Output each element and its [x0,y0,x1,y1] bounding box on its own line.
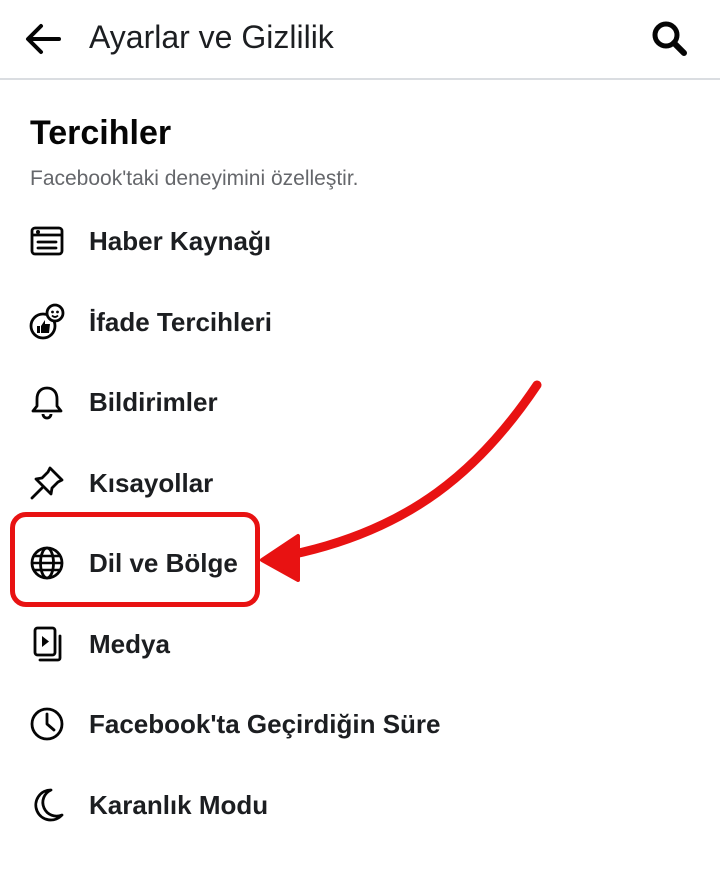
menu-item-notifications[interactable]: Bildirimler [0,361,720,442]
menu-item-media[interactable]: Medya [0,603,720,684]
arrow-left-icon [26,24,61,54]
menu-item-label: Kısayollar [89,467,214,498]
top-app-bar: Ayarlar ve Gizlilik [0,0,720,80]
menu-item-dark-mode[interactable]: Karanlık Modu [0,764,720,845]
pin-icon [27,463,67,503]
menu-item-label: İfade Tercihleri [89,306,273,337]
globe-icon [27,543,67,583]
search-icon [652,21,687,56]
menu-item-shortcuts[interactable]: Kısayollar [0,442,720,523]
menu-item-label: Haber Kaynağı [89,226,272,256]
clock-icon [27,704,67,744]
section-title: Tercihler [30,114,172,152]
moon-icon [27,785,67,825]
menu-item-language-region[interactable]: Dil ve Bölge [0,522,720,603]
back-button[interactable] [18,14,68,64]
menu-item-label: Facebook'ta Geçirdiğin Süre [89,709,441,739]
media-icon [27,624,67,664]
menu-item-time-on-facebook[interactable]: Facebook'ta Geçirdiğin Süre [0,683,720,764]
section-subtitle: Facebook'taki deneyimini özelleştir. [30,167,359,190]
preferences-menu: Haber Kaynağı İfade Tercihleri Bildiriml… [0,200,720,844]
page-title: Ayarlar ve Gizlilik [89,19,334,55]
menu-item-label: Medya [89,628,170,659]
menu-item-news-feed[interactable]: Haber Kaynağı [0,200,720,281]
menu-item-label: Dil ve Bölge [89,548,238,578]
search-button[interactable] [644,14,694,64]
menu-item-label: Karanlık Modu [89,789,269,820]
menu-item-reactions[interactable]: İfade Tercihleri [0,281,720,362]
bell-icon [27,382,67,422]
reactions-icon [27,302,67,342]
news-feed-icon [27,221,67,261]
menu-item-label: Bildirimler [89,387,218,417]
